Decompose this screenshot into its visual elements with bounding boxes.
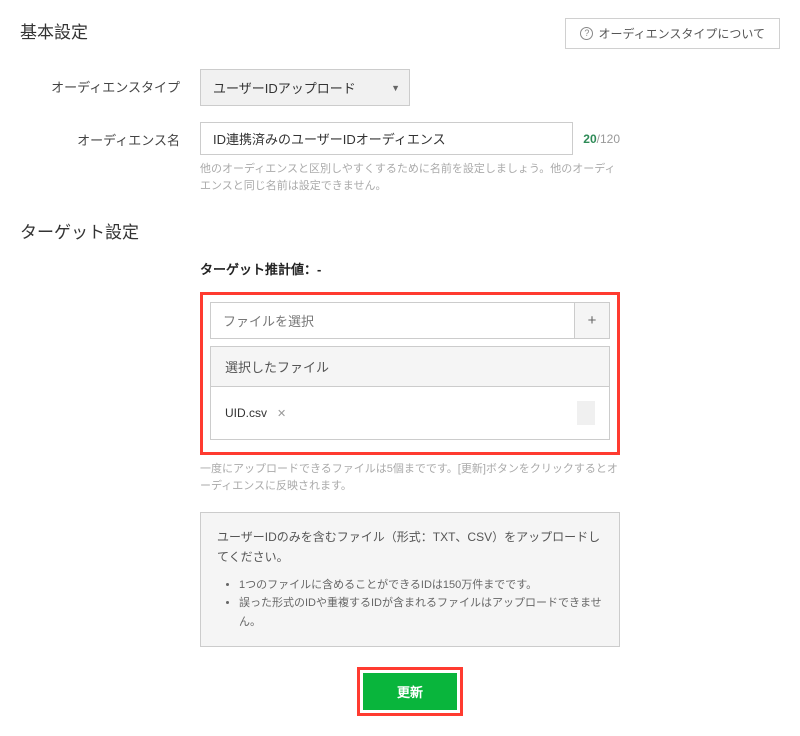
selected-files-header: 選択したファイル (211, 347, 609, 387)
file-status-box (577, 401, 595, 425)
submit-highlight-box: 更新 (357, 667, 463, 716)
char-count-max: /120 (597, 132, 620, 146)
audience-type-select[interactable]: ユーザーIDアップロード (200, 69, 410, 106)
help-button-label: オーディエンスタイプについて (598, 25, 765, 42)
audience-type-help-button[interactable]: ? オーディエンスタイプについて (565, 18, 780, 49)
audience-name-label: オーディエンス名 (20, 122, 200, 149)
file-select-input[interactable]: ファイルを選択 (210, 302, 574, 339)
basic-settings-title: 基本設定 (20, 18, 88, 43)
upload-hint: 一度にアップロードできるファイルは5個までです。[更新]ボタンをクリックするとオ… (200, 461, 620, 494)
target-settings-title: ターゲット設定 (20, 218, 780, 243)
file-row: UID.csv ✕ (211, 387, 609, 439)
file-name: UID.csv (225, 406, 267, 420)
info-title: ユーザーIDのみを含むファイル（形式：TXT、CSV）をアップロードしてください… (217, 527, 603, 568)
update-button[interactable]: 更新 (363, 673, 457, 710)
char-count-current: 20 (583, 132, 596, 146)
audience-name-hint: 他のオーディエンスと区別しやすくするために名前を設定しましょう。他のオーディエン… (200, 161, 620, 194)
file-upload-highlight-box: ファイルを選択 + 選択したファイル UID.csv ✕ (200, 292, 620, 455)
upload-info-box: ユーザーIDのみを含むファイル（形式：TXT、CSV）をアップロードしてください… (200, 512, 620, 647)
file-add-button[interactable]: + (574, 302, 610, 339)
close-icon[interactable]: ✕ (277, 407, 286, 420)
info-bullet-1: 1つのファイルに含めることができるIDは150万件までです。 (239, 576, 603, 595)
target-estimate: ターゲット推計値：- (200, 259, 620, 278)
audience-type-label: オーディエンスタイプ (20, 69, 200, 96)
info-bullet-2: 誤った形式のIDや重複するIDが含まれるファイルはアップロードできません。 (239, 594, 603, 631)
audience-name-input[interactable] (200, 122, 573, 155)
help-icon: ? (580, 27, 593, 40)
char-count: 20/120 (583, 132, 620, 146)
selected-files-box: 選択したファイル UID.csv ✕ (210, 346, 610, 440)
